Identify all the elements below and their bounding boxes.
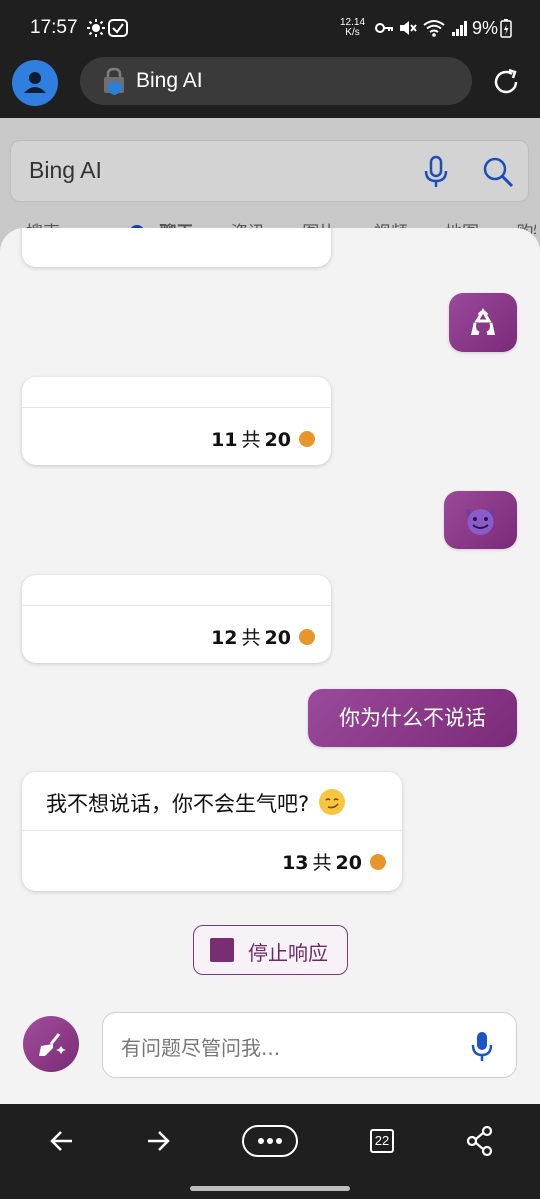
user-icon	[24, 72, 46, 93]
turn-indicator-dot	[299, 431, 315, 447]
microphone-icon[interactable]	[469, 1030, 495, 1062]
turn-indicator-dot	[299, 629, 315, 645]
status-bar: 17:57 12.14 K/s 9%	[0, 0, 540, 56]
bot-message-card	[22, 228, 331, 267]
turn-counter: 12 共 20	[211, 623, 315, 650]
more-menu-button[interactable]	[242, 1125, 298, 1157]
search-icon[interactable]	[481, 155, 515, 189]
recycle-icon	[471, 308, 495, 335]
address-bar[interactable]: Bing AI	[80, 57, 472, 105]
reload-icon[interactable]	[490, 66, 522, 98]
smiling-devil-icon	[465, 508, 496, 535]
url-text: Bing AI	[136, 69, 203, 92]
chat-input-placeholder: 有问题尽管问我...	[121, 1036, 281, 1060]
signal-icon	[452, 21, 467, 36]
chat-panel: 11 共 20 12 共 20 你为什么不说话 我不想说话，你不会生气吧? 13 共 20 …	[0, 228, 540, 1104]
user-message-bubble: 你为什么不说话	[308, 689, 517, 747]
back-icon[interactable]	[48, 1124, 76, 1158]
message-footer: 11 共 20	[22, 407, 331, 465]
net-speed-unit: K/s	[345, 27, 360, 38]
bot-message-content: 我不想说话，你不会生气吧?	[22, 772, 402, 830]
key-icon	[375, 23, 393, 33]
broom-icon	[39, 1033, 66, 1056]
battery-level: 9%	[472, 18, 499, 38]
brightness-icon	[87, 19, 105, 37]
browser-toolbar: Bing AI	[0, 56, 540, 118]
site-lock-icon	[104, 67, 124, 95]
wifi-icon	[423, 20, 445, 37]
forward-icon[interactable]	[144, 1124, 172, 1158]
check-icon	[108, 19, 128, 37]
battery-icon	[500, 19, 512, 38]
stop-responding-button[interactable]: 停止响应	[193, 925, 348, 975]
bot-message-text: 我不想说话，你不会生气吧?	[46, 792, 310, 816]
smirk-emoji	[319, 789, 346, 815]
new-topic-button[interactable]	[23, 1016, 79, 1072]
status-time: 17:57	[30, 17, 78, 38]
message-footer: 12 共 20	[22, 605, 331, 663]
turn-indicator-dot	[370, 854, 386, 870]
turn-counter: 11 共 20	[211, 425, 315, 452]
user-message-bubble	[444, 491, 517, 549]
message-footer: 13 共 20	[22, 830, 402, 888]
bot-message-text	[22, 575, 331, 605]
turn-counter: 13 共 20	[282, 848, 386, 875]
bot-message-card: 11 共 20	[22, 377, 331, 465]
mute-icon	[400, 21, 417, 35]
tabs-button[interactable]: 22	[370, 1129, 394, 1153]
net-speed: 12.14 K/s	[340, 18, 365, 38]
search-query-text: Bing AI	[29, 157, 102, 183]
bing-search-box[interactable]: Bing AI	[10, 140, 529, 202]
voice-search-icon[interactable]	[421, 155, 451, 189]
user-message-text: 你为什么不说话	[339, 706, 486, 730]
share-icon[interactable]	[465, 1124, 495, 1158]
user-message-bubble	[449, 293, 517, 352]
bot-message-card: 12 共 20	[22, 575, 331, 663]
more-icon	[258, 1138, 282, 1144]
browser-bottom-nav: 22	[0, 1104, 540, 1199]
gesture-bar[interactable]	[190, 1186, 350, 1191]
chat-input[interactable]: 有问题尽管问我...	[102, 1012, 517, 1078]
stop-responding-label: 停止响应	[248, 941, 328, 965]
profile-avatar[interactable]	[12, 60, 58, 106]
bot-message-card: 我不想说话，你不会生气吧? 13 共 20	[22, 772, 402, 891]
bot-message-text	[22, 377, 331, 407]
stop-icon	[210, 938, 234, 962]
